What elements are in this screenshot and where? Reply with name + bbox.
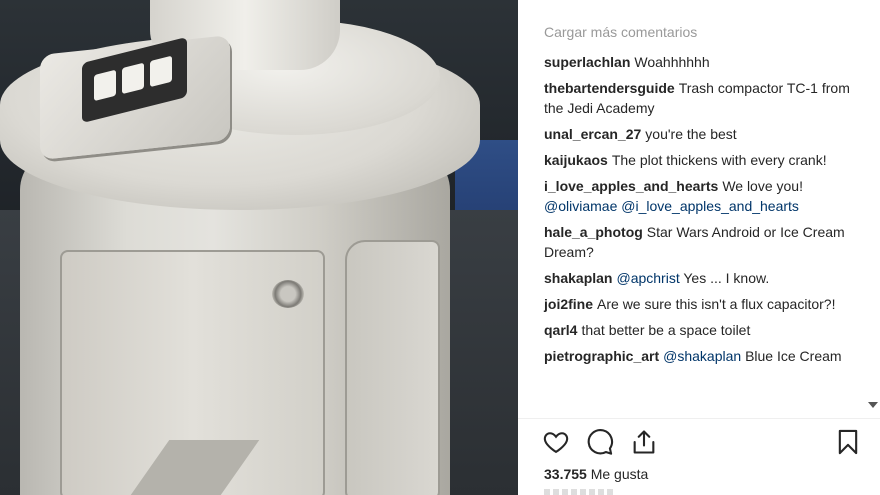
- comment-text: Yes ... I know.: [679, 270, 770, 286]
- comments-scrollbar[interactable]: [866, 0, 880, 418]
- comment-item: shakaplan @apchrist Yes ... I know.: [544, 268, 866, 288]
- comment-username-link[interactable]: joi2fine: [544, 296, 593, 312]
- comment-mention-link[interactable]: @shakaplan: [663, 348, 741, 364]
- comment-item: kaijukaos The plot thickens with every cr…: [544, 150, 866, 170]
- comment-item: joi2fine Are we sure this isn't a flux ca…: [544, 294, 866, 314]
- comment-item: hale_a_photog Star Wars Android or Ice Cr…: [544, 222, 866, 262]
- likes-label: Me gusta: [590, 466, 649, 482]
- comment-item: thebartendersguide Trash compactor TC-1 f…: [544, 78, 866, 118]
- droid-side-panel: [345, 240, 440, 495]
- comment-username-link[interactable]: qarl4: [544, 322, 577, 338]
- share-upload-icon[interactable]: [630, 428, 660, 458]
- load-more-comments-link[interactable]: Cargar más comentarios: [544, 23, 866, 41]
- post-side-panel: Cargar más comentarios superlachlan Woahh…: [518, 0, 880, 495]
- post-photo[interactable]: [0, 0, 518, 495]
- heart-icon[interactable]: [542, 428, 572, 458]
- comment-username-link[interactable]: pietrographic_art: [544, 348, 659, 364]
- comment-item: superlachlan Woahhhhhh: [544, 52, 866, 72]
- comment-mention-link[interactable]: @apchrist: [616, 270, 679, 286]
- comment-item: i_love_apples_and_hearts We love you! @ol…: [544, 176, 866, 216]
- timestamp-cutoff: [544, 489, 614, 495]
- comment-username-link[interactable]: shakaplan: [544, 270, 612, 286]
- comment-item: pietrographic_art @shakaplan Blue Ice Cre…: [544, 346, 866, 366]
- likes-number: 33.755: [544, 466, 587, 482]
- comment-text: that better be a space toilet: [581, 322, 751, 338]
- comment-mention-link[interactable]: @i_love_apples_and_hearts: [621, 198, 799, 214]
- comment-text: Blue Ice Cream: [741, 348, 842, 364]
- comments-list[interactable]: Cargar más comentarios superlachlan Woahh…: [518, 0, 866, 418]
- scroll-down-arrow-icon[interactable]: [868, 402, 878, 408]
- comment-username-link[interactable]: hale_a_photog: [544, 224, 643, 240]
- droid-bolt: [272, 280, 304, 308]
- bookmark-icon[interactable]: [834, 428, 864, 458]
- comment-text: Are we sure this isn't a flux capacitor?…: [597, 296, 836, 312]
- comment-text: The plot thickens with every crank!: [611, 152, 827, 168]
- comment-mention-link[interactable]: @oliviamae: [544, 198, 617, 214]
- comment-item: qarl4 that better be a space toilet: [544, 320, 866, 340]
- comment-item: unal_ercan_27 you're the best: [544, 124, 866, 144]
- comment-username-link[interactable]: i_love_apples_and_hearts: [544, 178, 718, 194]
- comment-text: Woahhhhhh: [634, 54, 710, 70]
- likes-count[interactable]: 33.755 Me gusta: [544, 465, 648, 483]
- comment-text: We love you!: [722, 178, 803, 194]
- comment-username-link[interactable]: thebartendersguide: [544, 80, 675, 96]
- post-actions: [542, 428, 862, 458]
- comment-username-link[interactable]: superlachlan: [544, 54, 630, 70]
- scrollbar-thumb[interactable]: [869, 2, 877, 392]
- comment-username-link[interactable]: kaijukaos: [544, 152, 608, 168]
- comment-bubble-icon[interactable]: [586, 428, 616, 458]
- comment-username-link[interactable]: unal_ercan_27: [544, 126, 641, 142]
- section-divider: [518, 418, 880, 419]
- comment-text: you're the best: [645, 126, 737, 142]
